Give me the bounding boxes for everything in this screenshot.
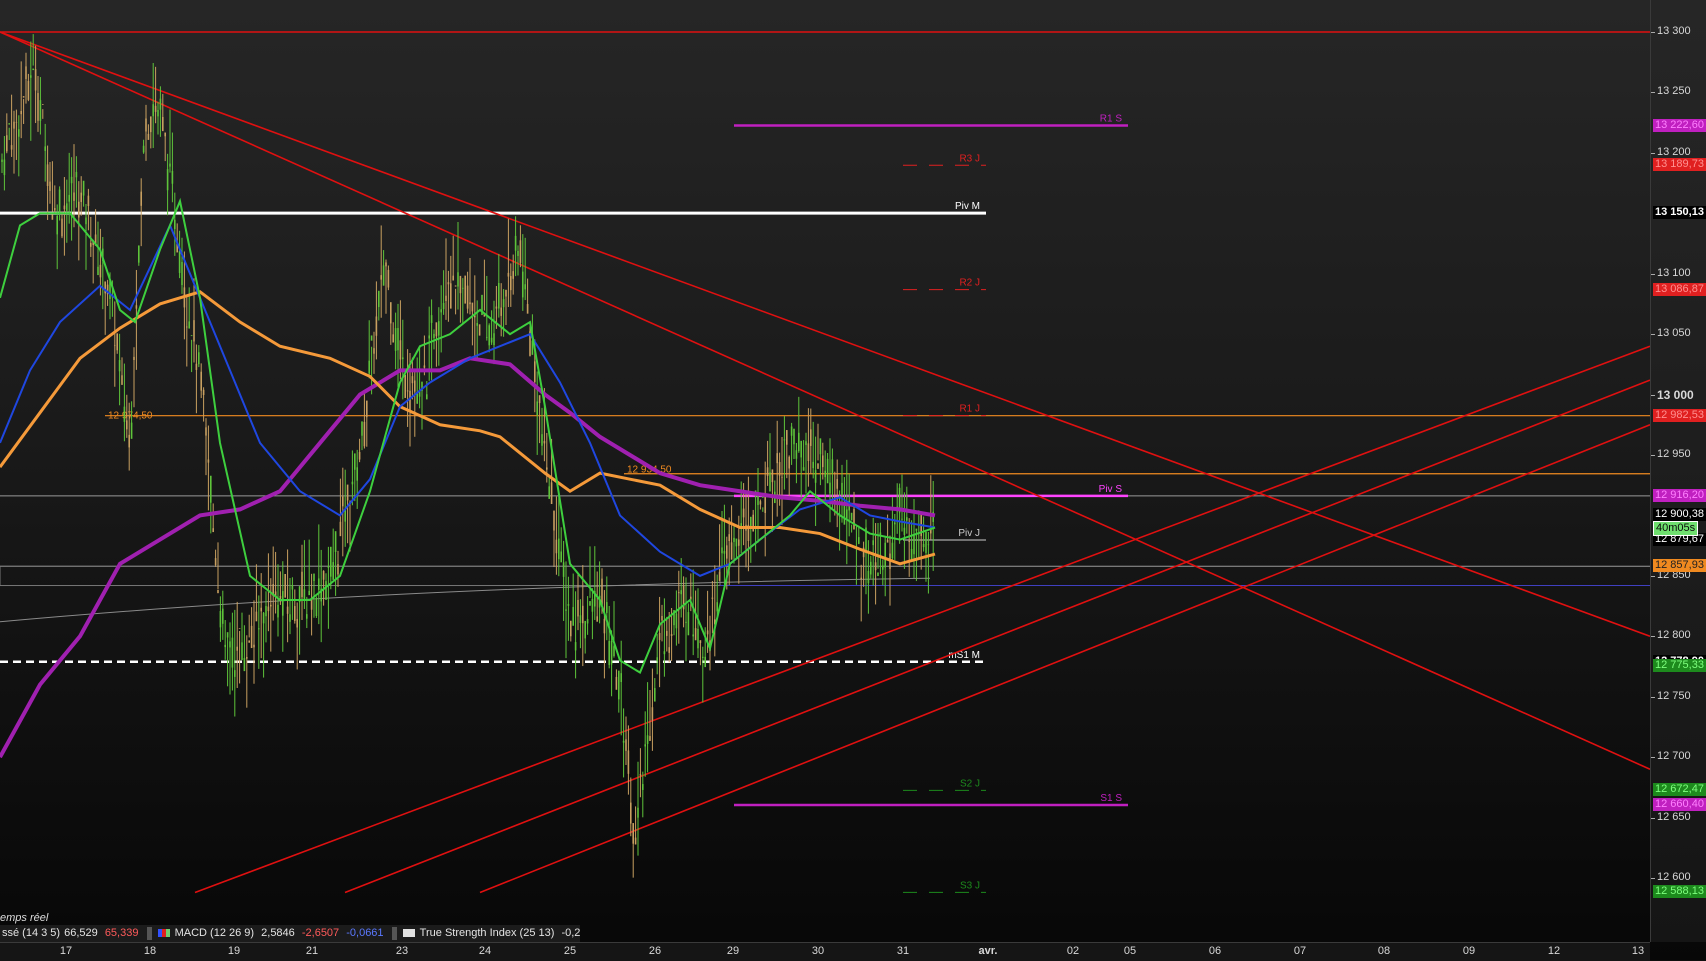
time-tick-label: 23: [395, 945, 409, 957]
time-tick-label: 25: [563, 945, 577, 957]
trend-line: [194, 345, 1651, 894]
price-tick-label: 13 300: [1657, 25, 1691, 37]
price-level-badge: 12 588,13: [1653, 885, 1706, 899]
price-tick-label: 13 000: [1657, 387, 1694, 402]
time-tick-label: 26: [648, 945, 662, 957]
level-label: R2 J: [959, 278, 980, 289]
price-tick-label: 12 750: [1657, 689, 1691, 702]
candle-timer-badge: 40m05s: [1653, 520, 1699, 536]
price-tick-label: 12 700: [1657, 750, 1691, 763]
level-label: mS1 M: [948, 650, 980, 661]
level-label: R1 S: [1100, 114, 1123, 125]
price-tick-mark: [1651, 32, 1655, 33]
price-chart[interactable]: 12 974,5012 934,50R1 SR3 JPiv MR2 JR1 JP…: [0, 0, 1706, 960]
time-tick-label: 21: [305, 945, 319, 957]
time-tick-label: 12: [1547, 945, 1561, 957]
price-level-badge: 12 900,38: [1653, 507, 1706, 521]
time-tick-label: 09: [1462, 945, 1476, 957]
level-label: Piv S: [1099, 484, 1123, 495]
price-tick-mark: [1651, 273, 1655, 275]
price-tick-label: 13 050: [1657, 327, 1691, 340]
chart-area[interactable]: 12 974,50 12 934,50 R1 S R3 J Piv M R2 J R1 JP…: [0, 0, 1706, 961]
trend-line: [344, 379, 1651, 894]
time-tick-label: 17: [59, 945, 73, 957]
separator: [146, 926, 152, 940]
price-tick-mark: [1651, 696, 1655, 698]
indicator-bar: ssé (14 3 5) 66,529 65,339 MACD (12 26 9)…: [0, 925, 580, 942]
price-tick-mark: [1651, 757, 1655, 759]
level-label: S1 S: [1100, 793, 1122, 804]
price-tick-label: 12 650: [1657, 810, 1691, 823]
price-level-badge: 12 857,93: [1653, 559, 1706, 573]
level-label: Piv J: [958, 528, 980, 539]
tsi-value: -0,2349: [561, 927, 580, 939]
level-label: R1 J: [959, 404, 980, 415]
price-axis[interactable]: 13 300 13 250 13 200 13 100 13 050 13 000 12 9…: [1650, 0, 1706, 942]
level-label: S2 J: [960, 778, 980, 789]
macd-value-3: -0,0661: [346, 927, 384, 939]
time-tick-label: 08: [1377, 945, 1391, 957]
price-tick-mark: [1651, 878, 1655, 879]
price-tick-label: 13 250: [1657, 85, 1691, 98]
stochastic-value-2: 65,339: [104, 927, 139, 939]
time-tick-label: avr.: [978, 945, 998, 957]
price-tick-label: 12 950: [1657, 448, 1691, 460]
price-tick-label: 13 200: [1657, 145, 1691, 158]
stochastic-label[interactable]: ssé (14 3 5): [0, 927, 62, 939]
price-level-badge: 12 982,53: [1653, 408, 1706, 422]
price-tick-mark: [1651, 334, 1655, 336]
price-level-badge: 13 189,73: [1653, 158, 1706, 172]
price-level-badge: 12 672,47: [1653, 783, 1706, 797]
trend-line: [0, 31, 1651, 638]
time-tick-label: 18: [143, 945, 157, 957]
time-tick-label: 24: [478, 945, 492, 957]
level-label: Piv M: [955, 201, 980, 212]
macd-value-2: -2,6507: [301, 927, 340, 939]
time-tick-label: 05: [1123, 945, 1137, 957]
time-tick-label: 13: [1631, 945, 1645, 957]
time-tick-label: 29: [726, 945, 740, 957]
long-ma-line: [0, 577, 931, 623]
price-level-badge: 12 916,20: [1653, 488, 1706, 502]
price-tick-mark: [1651, 817, 1655, 819]
time-tick-label: 30: [811, 945, 825, 957]
price-tick-label: 12 800: [1657, 629, 1691, 642]
price-tick-mark: [1651, 455, 1655, 456]
price-tick-mark: [1651, 92, 1655, 94]
price-level-badge: 12 660,40: [1653, 798, 1706, 811]
price-tick-label: 12 600: [1657, 871, 1691, 883]
price-level-badge: 13 222,60: [1653, 118, 1706, 132]
stochastic-value-1: 66,529: [64, 927, 98, 939]
time-tick-label: 19: [227, 945, 241, 957]
price-level-badge: 13 086,87: [1653, 282, 1706, 296]
price-tick-label: 13 100: [1657, 266, 1691, 279]
macd-label[interactable]: MACD (12 26 9): [173, 927, 256, 939]
price-tick-mark: [1651, 575, 1655, 577]
time-tick-label: 31: [896, 945, 910, 957]
time-axis[interactable]: 17 18 19 21 23 24 25 26 29 30 31 avr. 02 05 06 07 08 09 12…: [0, 942, 1650, 961]
level-label: R3 J: [959, 153, 980, 164]
annotation-label: 12 974,50: [108, 410, 153, 421]
price-level-badge: 13 150,13: [1653, 206, 1706, 220]
price-tick-mark: [1651, 394, 1655, 396]
price-tick-mark: [1651, 152, 1655, 154]
macd-value-1: 2,5846: [261, 927, 295, 939]
level-label: S3 J: [960, 880, 980, 891]
realtime-label: emps réel: [0, 912, 49, 924]
candles: [1, 34, 935, 878]
macd-swatch-icon: [157, 929, 170, 938]
tsi-swatch-icon: [402, 929, 415, 938]
price-level-badge: 12 775,33: [1653, 659, 1706, 673]
time-tick-label: 07: [1293, 945, 1307, 957]
price-tick-mark: [1651, 636, 1655, 638]
tsi-label[interactable]: True Strength Index (25 13): [418, 927, 557, 939]
separator: [391, 926, 397, 940]
time-tick-label: 02: [1066, 945, 1080, 957]
ma-orange-line: [0, 290, 936, 566]
time-tick-label: 06: [1208, 945, 1222, 957]
